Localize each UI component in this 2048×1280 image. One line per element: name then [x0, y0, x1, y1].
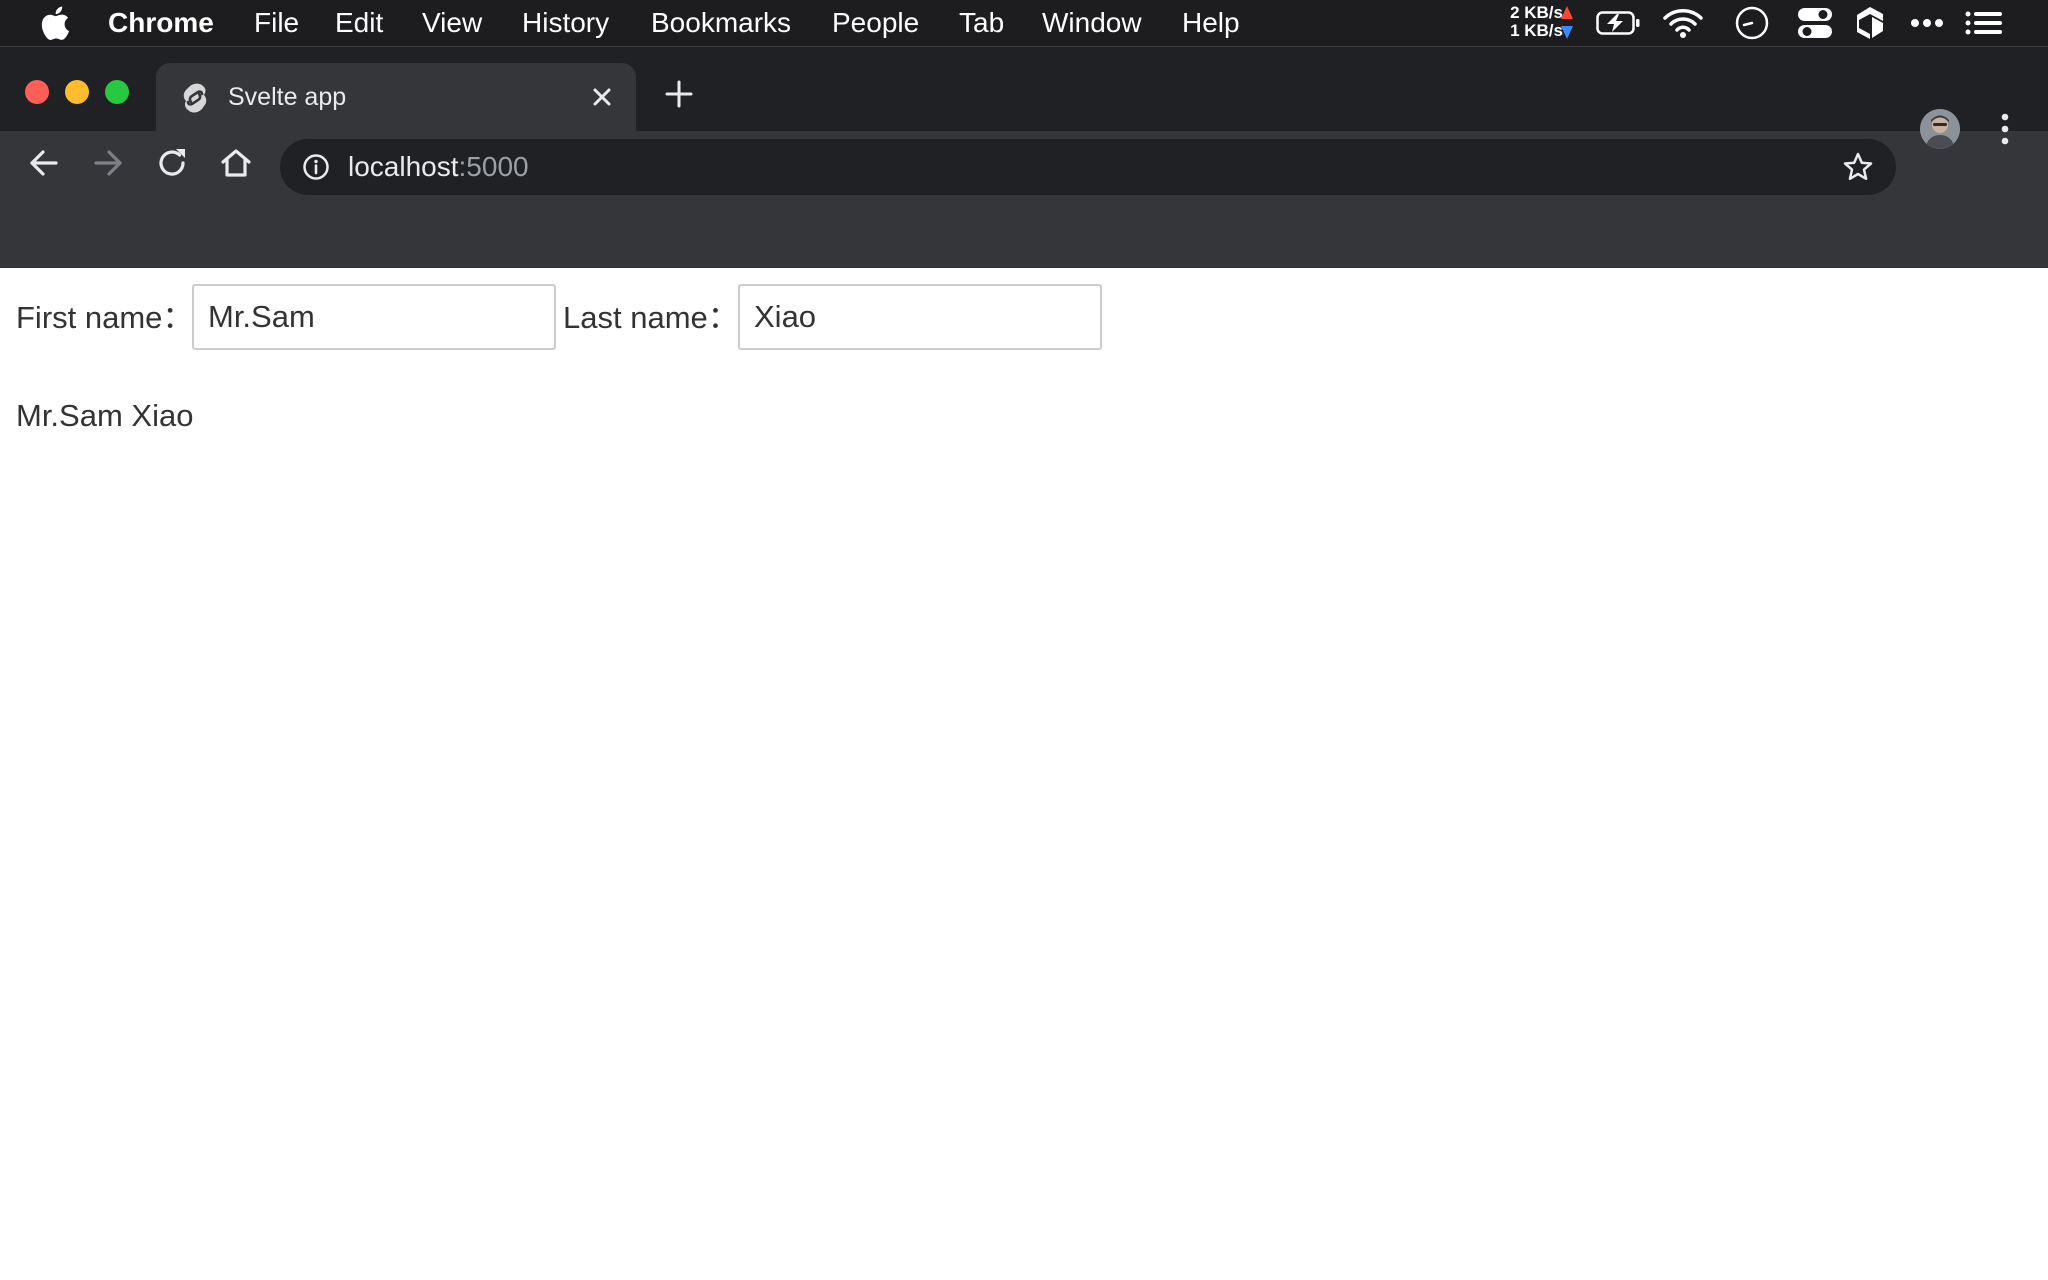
address-bar[interactable]: localhost:5000 — [280, 139, 1896, 195]
profile-avatar[interactable] — [1920, 109, 1960, 149]
first-name-input[interactable] — [192, 284, 556, 350]
url-host: localhost — [348, 151, 459, 182]
net-download-speed: 1 KB/s — [1510, 21, 1563, 40]
window-minimize-button[interactable] — [65, 80, 89, 104]
menu-people[interactable]: People — [832, 0, 919, 46]
menu-dots-icon[interactable] — [1990, 109, 2020, 149]
wifi-icon[interactable] — [1662, 0, 1704, 46]
menu-bar: Chrome File Edit View History Bookmarks … — [0, 0, 2048, 46]
new-tab-icon[interactable] — [664, 79, 694, 109]
apple-logo[interactable] — [40, 5, 70, 41]
info-icon[interactable] — [302, 153, 330, 181]
menu-edit[interactable]: Edit — [335, 0, 383, 46]
back-icon[interactable] — [24, 143, 64, 183]
network-speed[interactable]: 2 KB/s 1 KB/s — [1493, 4, 1563, 40]
home-icon[interactable] — [216, 143, 256, 183]
menu-help[interactable]: Help — [1182, 0, 1240, 46]
window-maximize-button[interactable] — [105, 80, 129, 104]
browser-toolbar: localhost:5000 — [0, 131, 2048, 269]
tab-strip: Svelte app — [0, 47, 2048, 131]
control-center-icon[interactable] — [1796, 0, 1834, 46]
list-icon[interactable] — [1964, 0, 2004, 46]
menu-view[interactable]: View — [422, 0, 482, 46]
forward-icon[interactable] — [88, 143, 128, 183]
url-port: :5000 — [458, 151, 529, 182]
more-icon[interactable] — [1908, 0, 1946, 46]
last-name-label: Last name： — [563, 300, 739, 335]
net-upload-speed: 2 KB/s — [1510, 3, 1563, 22]
last-name-input[interactable] — [738, 284, 1102, 350]
svelte-favicon-icon — [183, 83, 207, 113]
url-text: localhost:5000 — [348, 139, 529, 195]
menu-file[interactable]: File — [254, 0, 299, 46]
menu-tab[interactable]: Tab — [959, 0, 1004, 46]
tab-title: Svelte app — [228, 83, 347, 111]
battery-charging-icon[interactable] — [1596, 0, 1642, 46]
menu-app-chrome[interactable]: Chrome — [108, 0, 214, 46]
menu-history[interactable]: History — [522, 0, 609, 46]
browser-window: Svelte app localhost:5000 — [0, 46, 2048, 269]
menu-bookmarks[interactable]: Bookmarks — [651, 0, 791, 46]
clock-icon[interactable] — [1732, 0, 1772, 46]
bookmark-star-icon[interactable] — [1842, 151, 1874, 183]
full-name-output: Mr.Sam Xiao — [16, 398, 194, 433]
window-close-button[interactable] — [25, 80, 49, 104]
reload-icon[interactable] — [152, 143, 192, 183]
page-content: First name： Last name： Mr.Sam Xiao — [0, 268, 2048, 1280]
menu-window[interactable]: Window — [1042, 0, 1142, 46]
network-arrows-icon — [1561, 6, 1573, 39]
tab-close-icon[interactable] — [588, 83, 616, 111]
first-name-label: First name： — [16, 300, 194, 335]
cube-icon[interactable] — [1852, 0, 1888, 46]
tab-svelte-app[interactable]: Svelte app — [156, 63, 636, 131]
